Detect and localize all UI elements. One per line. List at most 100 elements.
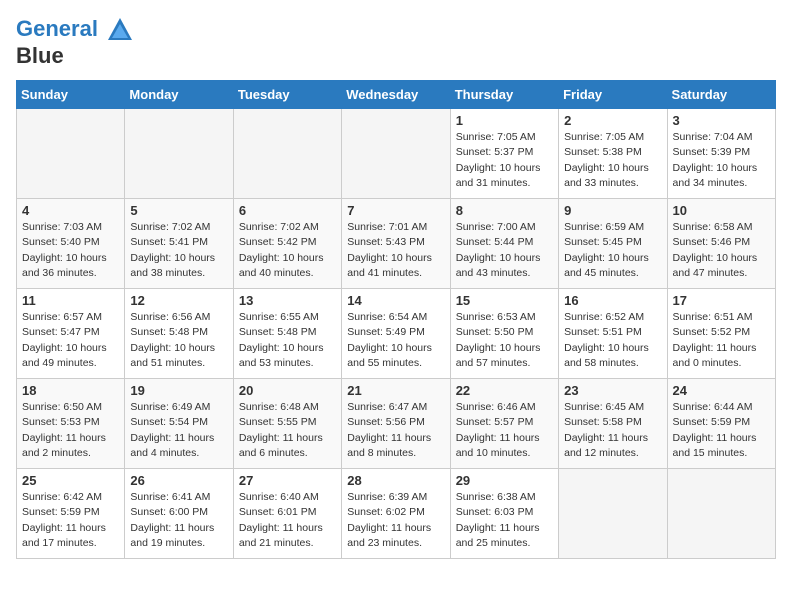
calendar-cell: 2Sunrise: 7:05 AMSunset: 5:38 PMDaylight… [559,109,667,199]
day-info: Sunrise: 6:54 AMSunset: 5:49 PMDaylight:… [347,310,444,371]
calendar-cell: 19Sunrise: 6:49 AMSunset: 5:54 PMDayligh… [125,379,233,469]
calendar-cell: 20 Sunrise: 6:48 AMSunset: 5:55 PMDayligh… [233,379,341,469]
day-number: 29 [456,473,553,488]
calendar-cell: 4Sunrise: 7:03 AMSunset: 5:40 PMDaylight… [17,199,125,289]
day-info: Sunrise: 6:58 AMSunset: 5:46 PMDaylight:… [673,220,770,281]
calendar-cell: 16 Sunrise: 6:52 AMSunset: 5:51 PMDayligh… [559,289,667,379]
calendar-cell [125,109,233,199]
calendar-cell: 28 Sunrise: 6:39 AMSunset: 6:02 PMDayligh… [342,469,450,559]
day-header: Friday [559,81,667,109]
calendar-cell: 13 Sunrise: 6:55 AMSunset: 5:48 PMDayligh… [233,289,341,379]
calendar-cell: 10 Sunrise: 6:58 AMSunset: 5:46 PMDayligh… [667,199,775,289]
day-info: Sunrise: 7:01 AMSunset: 5:43 PMDaylight:… [347,220,444,281]
calendar-cell: 14 Sunrise: 6:54 AMSunset: 5:49 PMDayligh… [342,289,450,379]
day-info: Sunrise: 6:41 AMSunset: 6:00 PMDaylight:… [130,490,227,551]
header-row: SundayMondayTuesdayWednesdayThursdayFrid… [17,81,776,109]
calendar-cell: 8 Sunrise: 7:00 AMSunset: 5:44 PMDaylight… [450,199,558,289]
calendar-week: 25 Sunrise: 6:42 AMSunset: 5:59 PMDayligh… [17,469,776,559]
day-info: Sunrise: 6:57 AMSunset: 5:47 PMDaylight:… [22,310,119,371]
calendar-cell: 22Sunrise: 6:46 AMSunset: 5:57 PMDayligh… [450,379,558,469]
day-info: Sunrise: 6:53 AMSunset: 5:50 PMDaylight:… [456,310,553,371]
day-info: Sunrise: 6:42 AMSunset: 5:59 PMDaylight:… [22,490,119,551]
day-number: 10 [673,203,770,218]
day-info: Sunrise: 6:47 AMSunset: 5:56 PMDaylight:… [347,400,444,461]
calendar-week: 11 Sunrise: 6:57 AMSunset: 5:47 PMDayligh… [17,289,776,379]
day-number: 19 [130,383,227,398]
calendar-cell: 6 Sunrise: 7:02 AMSunset: 5:42 PMDaylight… [233,199,341,289]
calendar-cell: 12Sunrise: 6:56 AMSunset: 5:48 PMDayligh… [125,289,233,379]
day-number: 6 [239,203,336,218]
day-number: 13 [239,293,336,308]
day-number: 2 [564,113,661,128]
calendar-cell: 9 Sunrise: 6:59 AMSunset: 5:45 PMDaylight… [559,199,667,289]
calendar-cell: 1 Sunrise: 7:05 AMSunset: 5:37 PMDaylight… [450,109,558,199]
day-number: 3 [673,113,770,128]
day-info: Sunrise: 6:50 AMSunset: 5:53 PMDaylight:… [22,400,119,461]
calendar-cell: 27Sunrise: 6:40 AMSunset: 6:01 PMDayligh… [233,469,341,559]
day-number: 14 [347,293,444,308]
day-info: Sunrise: 6:52 AMSunset: 5:51 PMDaylight:… [564,310,661,371]
day-number: 18 [22,383,119,398]
day-number: 9 [564,203,661,218]
day-info: Sunrise: 6:51 AMSunset: 5:52 PMDaylight:… [673,310,770,371]
calendar-week: 4Sunrise: 7:03 AMSunset: 5:40 PMDaylight… [17,199,776,289]
calendar-cell: 3 Sunrise: 7:04 AMSunset: 5:39 PMDaylight… [667,109,775,199]
day-header: Saturday [667,81,775,109]
logo: General Blue [16,16,134,68]
logo-text: General Blue [16,16,134,68]
calendar-cell [559,469,667,559]
calendar-cell: 26 Sunrise: 6:41 AMSunset: 6:00 PMDayligh… [125,469,233,559]
day-info: Sunrise: 6:45 AMSunset: 5:58 PMDaylight:… [564,400,661,461]
calendar-cell: 29 Sunrise: 6:38 AMSunset: 6:03 PMDayligh… [450,469,558,559]
day-header: Tuesday [233,81,341,109]
day-info: Sunrise: 6:44 AMSunset: 5:59 PMDaylight:… [673,400,770,461]
calendar-cell: 21 Sunrise: 6:47 AMSunset: 5:56 PMDayligh… [342,379,450,469]
day-info: Sunrise: 6:48 AMSunset: 5:55 PMDaylight:… [239,400,336,461]
day-number: 8 [456,203,553,218]
day-number: 1 [456,113,553,128]
day-header: Monday [125,81,233,109]
day-info: Sunrise: 6:56 AMSunset: 5:48 PMDaylight:… [130,310,227,371]
calendar-cell: 18 Sunrise: 6:50 AMSunset: 5:53 PMDayligh… [17,379,125,469]
day-number: 22 [456,383,553,398]
calendar-cell [342,109,450,199]
day-info: Sunrise: 7:02 AMSunset: 5:42 PMDaylight:… [239,220,336,281]
day-number: 4 [22,203,119,218]
day-number: 16 [564,293,661,308]
calendar-cell: 11 Sunrise: 6:57 AMSunset: 5:47 PMDayligh… [17,289,125,379]
day-number: 25 [22,473,119,488]
day-number: 17 [673,293,770,308]
calendar-cell: 15 Sunrise: 6:53 AMSunset: 5:50 PMDayligh… [450,289,558,379]
calendar-cell: 23 Sunrise: 6:45 AMSunset: 5:58 PMDayligh… [559,379,667,469]
day-header: Thursday [450,81,558,109]
day-number: 26 [130,473,227,488]
day-info: Sunrise: 6:38 AMSunset: 6:03 PMDaylight:… [456,490,553,551]
day-number: 21 [347,383,444,398]
calendar-cell: 7 Sunrise: 7:01 AMSunset: 5:43 PMDaylight… [342,199,450,289]
day-number: 15 [456,293,553,308]
calendar-cell: 24 Sunrise: 6:44 AMSunset: 5:59 PMDayligh… [667,379,775,469]
calendar-cell [667,469,775,559]
day-number: 5 [130,203,227,218]
day-number: 28 [347,473,444,488]
day-number: 11 [22,293,119,308]
calendar-cell: 17 Sunrise: 6:51 AMSunset: 5:52 PMDayligh… [667,289,775,379]
day-number: 23 [564,383,661,398]
day-info: Sunrise: 7:05 AMSunset: 5:37 PMDaylight:… [456,130,553,191]
day-number: 24 [673,383,770,398]
calendar-cell: 25 Sunrise: 6:42 AMSunset: 5:59 PMDayligh… [17,469,125,559]
day-info: Sunrise: 7:00 AMSunset: 5:44 PMDaylight:… [456,220,553,281]
page-header: General Blue [16,16,776,68]
day-number: 7 [347,203,444,218]
calendar-cell [233,109,341,199]
day-info: Sunrise: 7:02 AMSunset: 5:41 PMDaylight:… [130,220,227,281]
calendar-cell: 5 Sunrise: 7:02 AMSunset: 5:41 PMDaylight… [125,199,233,289]
day-info: Sunrise: 6:39 AMSunset: 6:02 PMDaylight:… [347,490,444,551]
day-number: 20 [239,383,336,398]
day-number: 27 [239,473,336,488]
day-info: Sunrise: 6:59 AMSunset: 5:45 PMDaylight:… [564,220,661,281]
calendar-cell [17,109,125,199]
calendar-week: 18 Sunrise: 6:50 AMSunset: 5:53 PMDayligh… [17,379,776,469]
day-info: Sunrise: 6:55 AMSunset: 5:48 PMDaylight:… [239,310,336,371]
day-info: Sunrise: 7:04 AMSunset: 5:39 PMDaylight:… [673,130,770,191]
